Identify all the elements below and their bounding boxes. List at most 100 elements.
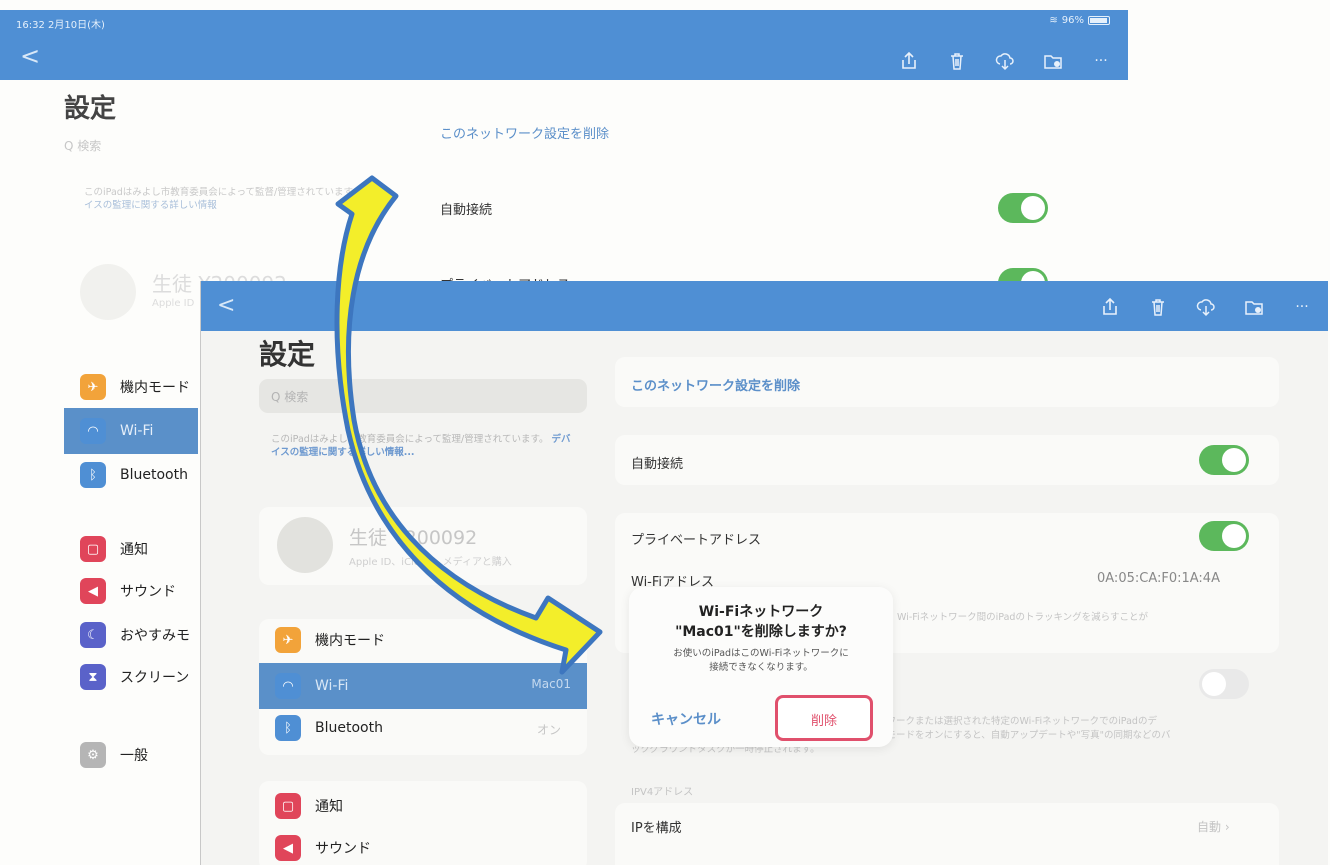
auto-join-toggle[interactable] <box>998 193 1048 223</box>
avatar <box>277 517 333 573</box>
delete-button[interactable]: 削除 <box>775 695 873 741</box>
dialog-title-line-2: "Mac01"を削除しますか? <box>675 624 847 640</box>
sidebar-item-bluetooth[interactable]: ᛒ Bluetooth <box>275 713 383 743</box>
notification-icon: ▢ <box>80 536 106 562</box>
sidebar-item-screentime[interactable]: ⧗ スクリーン <box>80 662 189 692</box>
front-toolbar: < ··· <box>201 281 1328 331</box>
back-button[interactable]: < <box>20 44 40 68</box>
private-address-toggle[interactable] <box>1199 521 1249 551</box>
page-title: 設定 <box>259 338 316 371</box>
share-icon[interactable] <box>1099 296 1121 318</box>
cloud-download-icon[interactable] <box>1195 296 1217 318</box>
bluetooth-icon: ᛒ <box>275 715 301 741</box>
supervision-text: このiPadはみよし市教育委員会によって監督/管理されています。 <box>84 187 362 198</box>
cancel-button[interactable]: キャンセル <box>651 709 721 729</box>
share-icon[interactable] <box>898 50 920 72</box>
sidebar-item-notifications[interactable]: ▢ 通知 <box>275 791 343 821</box>
wifi-icon: ◠ <box>80 418 106 444</box>
dialog-message-line-2: 接続できなくなります。 <box>709 662 813 673</box>
gear-icon: ⚙ <box>80 742 106 768</box>
profile-subtitle: Apple ID、iCloud、メディアと購入 <box>349 557 512 568</box>
search-input[interactable]: Q 検索 <box>259 379 587 413</box>
sidebar-item-label: Bluetooth <box>120 467 188 483</box>
auto-join-card <box>615 435 1279 485</box>
private-address-label: プライベートアドレス <box>631 533 762 548</box>
more-icon[interactable]: ··· <box>1291 296 1313 318</box>
ipv4-header: IPV4アドレス <box>631 787 694 798</box>
configure-ip-value: 自動 › <box>1197 818 1230 835</box>
notification-icon: ▢ <box>275 793 301 819</box>
moon-icon: ☾ <box>80 622 106 648</box>
sidebar-item-sound[interactable]: ◀ サウンド <box>80 576 176 606</box>
sidebar-item-label: Bluetooth <box>315 720 383 736</box>
wifi-address-value: 0A:05:CA:F0:1A:4A <box>1097 571 1220 586</box>
more-icon[interactable]: ··· <box>1090 50 1112 72</box>
supervision-note: このiPadはみよし市教育委員会によって監督/管理されています。 デバイスの監理… <box>84 186 384 212</box>
sidebar-item-label: 通知 <box>315 799 343 815</box>
battery-percent: 96% <box>1061 15 1084 26</box>
trash-icon[interactable] <box>946 50 968 72</box>
status-time: 16:32 2月10日(木) <box>16 20 105 31</box>
forget-network-link[interactable]: このネットワーク設定を削除 <box>440 123 609 142</box>
sidebar-item-label: 一般 <box>120 748 148 764</box>
forget-network-link[interactable]: このネットワーク設定を削除 <box>631 375 800 394</box>
delete-network-dialog: Wi-Fiネットワーク "Mac01"を削除しますか? お使いのiPadはこのW… <box>629 587 893 747</box>
sidebar-item-label: サウンド <box>120 584 176 600</box>
sidebar-item-label: スクリーン <box>120 670 190 686</box>
configure-ip-label[interactable]: IPを構成 <box>631 817 682 836</box>
folder-icon[interactable] <box>1243 296 1265 318</box>
sidebar-item-airplane[interactable]: ✈ 機内モード <box>80 372 190 402</box>
sidebar-item-label: Wi-Fi <box>120 423 154 439</box>
dialog-title-line-1: Wi-Fiネットワーク <box>698 604 824 620</box>
sidebar-item-airplane[interactable]: ✈ 機内モード <box>275 625 385 655</box>
sound-icon: ◀ <box>80 578 106 604</box>
sidebar-item-label: サウンド <box>315 841 371 857</box>
sidebar-item-focus[interactable]: ☾ おやすみモ <box>80 620 190 650</box>
sidebar-item-notifications[interactable]: ▢ 通知 <box>80 534 148 564</box>
configure-ip-value-text: 自動 <box>1197 820 1222 834</box>
sidebar-item-label: Wi-Fi <box>315 678 349 694</box>
search-input[interactable]: Q 検索 <box>64 137 101 154</box>
page-title: 設定 <box>64 94 117 124</box>
supervision-note: このiPadはみよし市教育委員会によって監理/管理されています。 デバイスの監理… <box>271 433 571 459</box>
low-data-note-2: タモードをオンにすると、自動アップデートや"写真"の同期などのバ <box>877 730 1171 741</box>
supervision-text: このiPadはみよし市教育委員会によって監理/管理されています。 <box>271 434 549 445</box>
chevron-right-icon: › <box>1224 820 1230 834</box>
private-address-note: Wi-Fiネットワーク間のiPadのトラッキングを減らすことが <box>897 612 1148 623</box>
ipv4-card <box>615 803 1279 865</box>
cloud-download-icon[interactable] <box>994 50 1016 72</box>
wifi-icon: ◠ <box>275 673 301 699</box>
battery-icon <box>1088 16 1110 25</box>
auto-join-label: 自動接続 <box>440 203 493 218</box>
avatar <box>80 264 136 320</box>
low-data-toggle[interactable] <box>1199 669 1249 699</box>
sidebar-item-label: 通知 <box>120 542 148 558</box>
folder-icon[interactable] <box>1042 50 1064 72</box>
auto-join-label: 自動接続 <box>631 457 684 472</box>
sidebar-item-label: おやすみモ <box>120 628 190 644</box>
sidebar-item-bluetooth[interactable]: ᛒ Bluetooth <box>80 460 188 490</box>
sidebar-item-label: 機内モード <box>120 380 190 396</box>
background-toolbar: 16:32 2月10日(木) ≋ 96% < ··· <box>0 10 1128 80</box>
auto-join-toggle[interactable] <box>1199 445 1249 475</box>
front-screenshot: < ··· 設定 Q 検索 このiPadはみよし市教育委員会によって監理/管理さ… <box>200 281 1328 865</box>
sidebar-item-sound[interactable]: ◀ サウンド <box>275 833 371 863</box>
sidebar-item-label: 機内モード <box>315 633 385 649</box>
sidebar-item-wifi[interactable]: ◠ Wi-Fi <box>80 416 153 446</box>
sidebar-item-wifi-label: ◠ Wi-Fi <box>275 671 348 701</box>
sound-icon: ◀ <box>275 835 301 861</box>
trash-icon[interactable] <box>1147 296 1169 318</box>
profile-subtitle: Apple ID <box>152 298 195 309</box>
wifi-status-icon: ≋ <box>1049 15 1058 26</box>
profile-name: 生徒 Y200092 <box>349 527 478 549</box>
low-data-note-1: トワークまたは選択された特定のWi-FiネットワークでのiPadのデ <box>877 716 1157 727</box>
dialog-message-line-1: お使いのiPadはこのWi-Fiネットワークに <box>673 648 849 659</box>
sidebar-item-general[interactable]: ⚙ 一般 <box>80 740 148 770</box>
bluetooth-icon: ᛒ <box>80 462 106 488</box>
bluetooth-value: オン <box>537 723 562 737</box>
airplane-icon: ✈ <box>80 374 106 400</box>
wifi-network-value: Mac01 <box>531 677 571 691</box>
airplane-icon: ✈ <box>275 627 301 653</box>
back-button[interactable]: < <box>217 293 235 318</box>
battery-status: ≋ 96% <box>1049 15 1110 26</box>
